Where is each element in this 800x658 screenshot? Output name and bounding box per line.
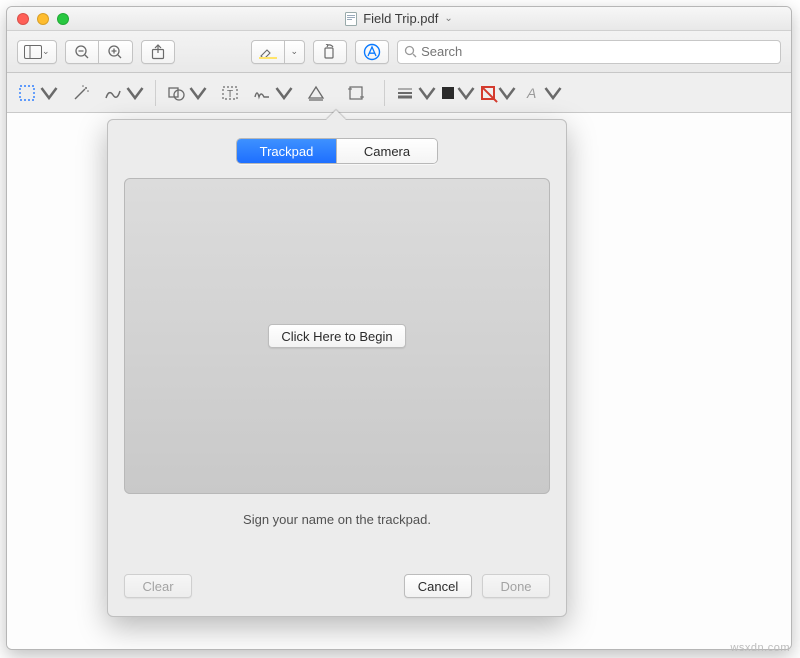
document-title[interactable]: Field Trip.pdf ⌄ xyxy=(345,11,453,26)
signature-popover: Trackpad Camera Click Here to Begin Sign… xyxy=(107,119,567,617)
text-button[interactable]: T xyxy=(212,79,248,107)
selection-icon xyxy=(17,83,37,103)
separator xyxy=(384,80,385,106)
cancel-button[interactable]: Cancel xyxy=(404,574,472,598)
border-color-button[interactable] xyxy=(441,79,477,107)
signature-icon xyxy=(252,83,272,103)
sketch-icon xyxy=(103,83,123,103)
highlight-button[interactable] xyxy=(251,40,285,64)
svg-text:A: A xyxy=(526,85,536,101)
clear-button[interactable]: Clear xyxy=(124,574,192,598)
signature-canvas[interactable]: Click Here to Begin xyxy=(124,178,550,494)
line-style-button[interactable] xyxy=(395,79,437,107)
share-button[interactable] xyxy=(141,40,175,64)
svg-text:T: T xyxy=(227,89,233,100)
markup-toolbar: T A xyxy=(7,73,791,113)
sidebar-icon xyxy=(24,45,42,59)
rotate-icon xyxy=(322,44,338,60)
markup-button[interactable] xyxy=(355,40,389,64)
chevron-down-icon xyxy=(125,83,145,103)
popover-buttons: Clear Cancel Done xyxy=(124,574,550,598)
begin-signing-button[interactable]: Click Here to Begin xyxy=(268,324,405,348)
search-input[interactable] xyxy=(421,44,774,59)
separator xyxy=(155,80,156,106)
no-fill-icon xyxy=(481,86,495,100)
shapes-icon xyxy=(166,83,186,103)
sketch-button[interactable] xyxy=(103,79,145,107)
tab-camera[interactable]: Camera xyxy=(337,139,437,163)
zoom-group xyxy=(65,40,133,64)
lines-icon xyxy=(395,83,415,103)
preview-window: Field Trip.pdf ⌄ ⌄ ⌄ xyxy=(6,6,792,650)
watermark: wsxdn.com xyxy=(730,642,790,654)
share-icon xyxy=(151,44,165,60)
fill-color-button[interactable] xyxy=(481,79,517,107)
minimize-window-button[interactable] xyxy=(37,13,49,25)
magic-wand-icon xyxy=(71,83,91,103)
document-name: Field Trip.pdf xyxy=(363,11,438,26)
markup-icon xyxy=(363,43,381,61)
chevron-down-icon xyxy=(188,83,208,103)
shapes-button[interactable] xyxy=(166,79,208,107)
window-controls xyxy=(17,13,69,25)
zoom-in-icon xyxy=(107,44,123,60)
done-button[interactable]: Done xyxy=(482,574,550,598)
highlight-menu-button[interactable]: ⌄ xyxy=(285,40,306,64)
zoom-out-button[interactable] xyxy=(65,40,99,64)
chevron-down-icon xyxy=(417,83,437,103)
chevron-down-icon: ⌄ xyxy=(444,13,452,24)
search-icon xyxy=(404,45,417,58)
chevron-down-icon xyxy=(497,83,517,103)
chevron-down-icon xyxy=(543,83,563,103)
rotate-button[interactable] xyxy=(313,40,347,64)
font-icon: A xyxy=(521,83,541,103)
text-icon: T xyxy=(220,83,240,103)
pdf-file-icon xyxy=(345,12,357,26)
sidebar-toggle-button[interactable]: ⌄ xyxy=(17,40,57,64)
zoom-out-icon xyxy=(74,44,90,60)
main-toolbar: ⌄ ⌄ xyxy=(7,31,791,73)
filled-square-icon xyxy=(442,87,454,99)
selection-tool-button[interactable] xyxy=(17,79,59,107)
close-window-button[interactable] xyxy=(17,13,29,25)
instruction-text: Sign your name on the trackpad. xyxy=(108,512,566,527)
titlebar: Field Trip.pdf ⌄ xyxy=(7,7,791,31)
highlighter-icon xyxy=(259,45,277,59)
crop-icon xyxy=(346,83,366,103)
chevron-down-icon xyxy=(39,83,59,103)
signature-source-tabs: Trackpad Camera xyxy=(236,138,438,164)
adjust-size-button[interactable] xyxy=(338,79,374,107)
tab-trackpad[interactable]: Trackpad xyxy=(237,139,337,163)
zoom-window-button[interactable] xyxy=(57,13,69,25)
annotate-button[interactable] xyxy=(298,79,334,107)
chevron-down-icon xyxy=(456,83,476,103)
instant-alpha-button[interactable] xyxy=(63,79,99,107)
chevron-down-icon: ⌄ xyxy=(42,46,50,57)
text-style-button[interactable]: A xyxy=(521,79,563,107)
sign-button[interactable] xyxy=(252,79,294,107)
zoom-in-button[interactable] xyxy=(99,40,133,64)
highlight-group: ⌄ xyxy=(251,40,306,64)
chevron-down-icon xyxy=(274,83,294,103)
search-field[interactable] xyxy=(397,40,781,64)
note-icon xyxy=(306,83,326,103)
